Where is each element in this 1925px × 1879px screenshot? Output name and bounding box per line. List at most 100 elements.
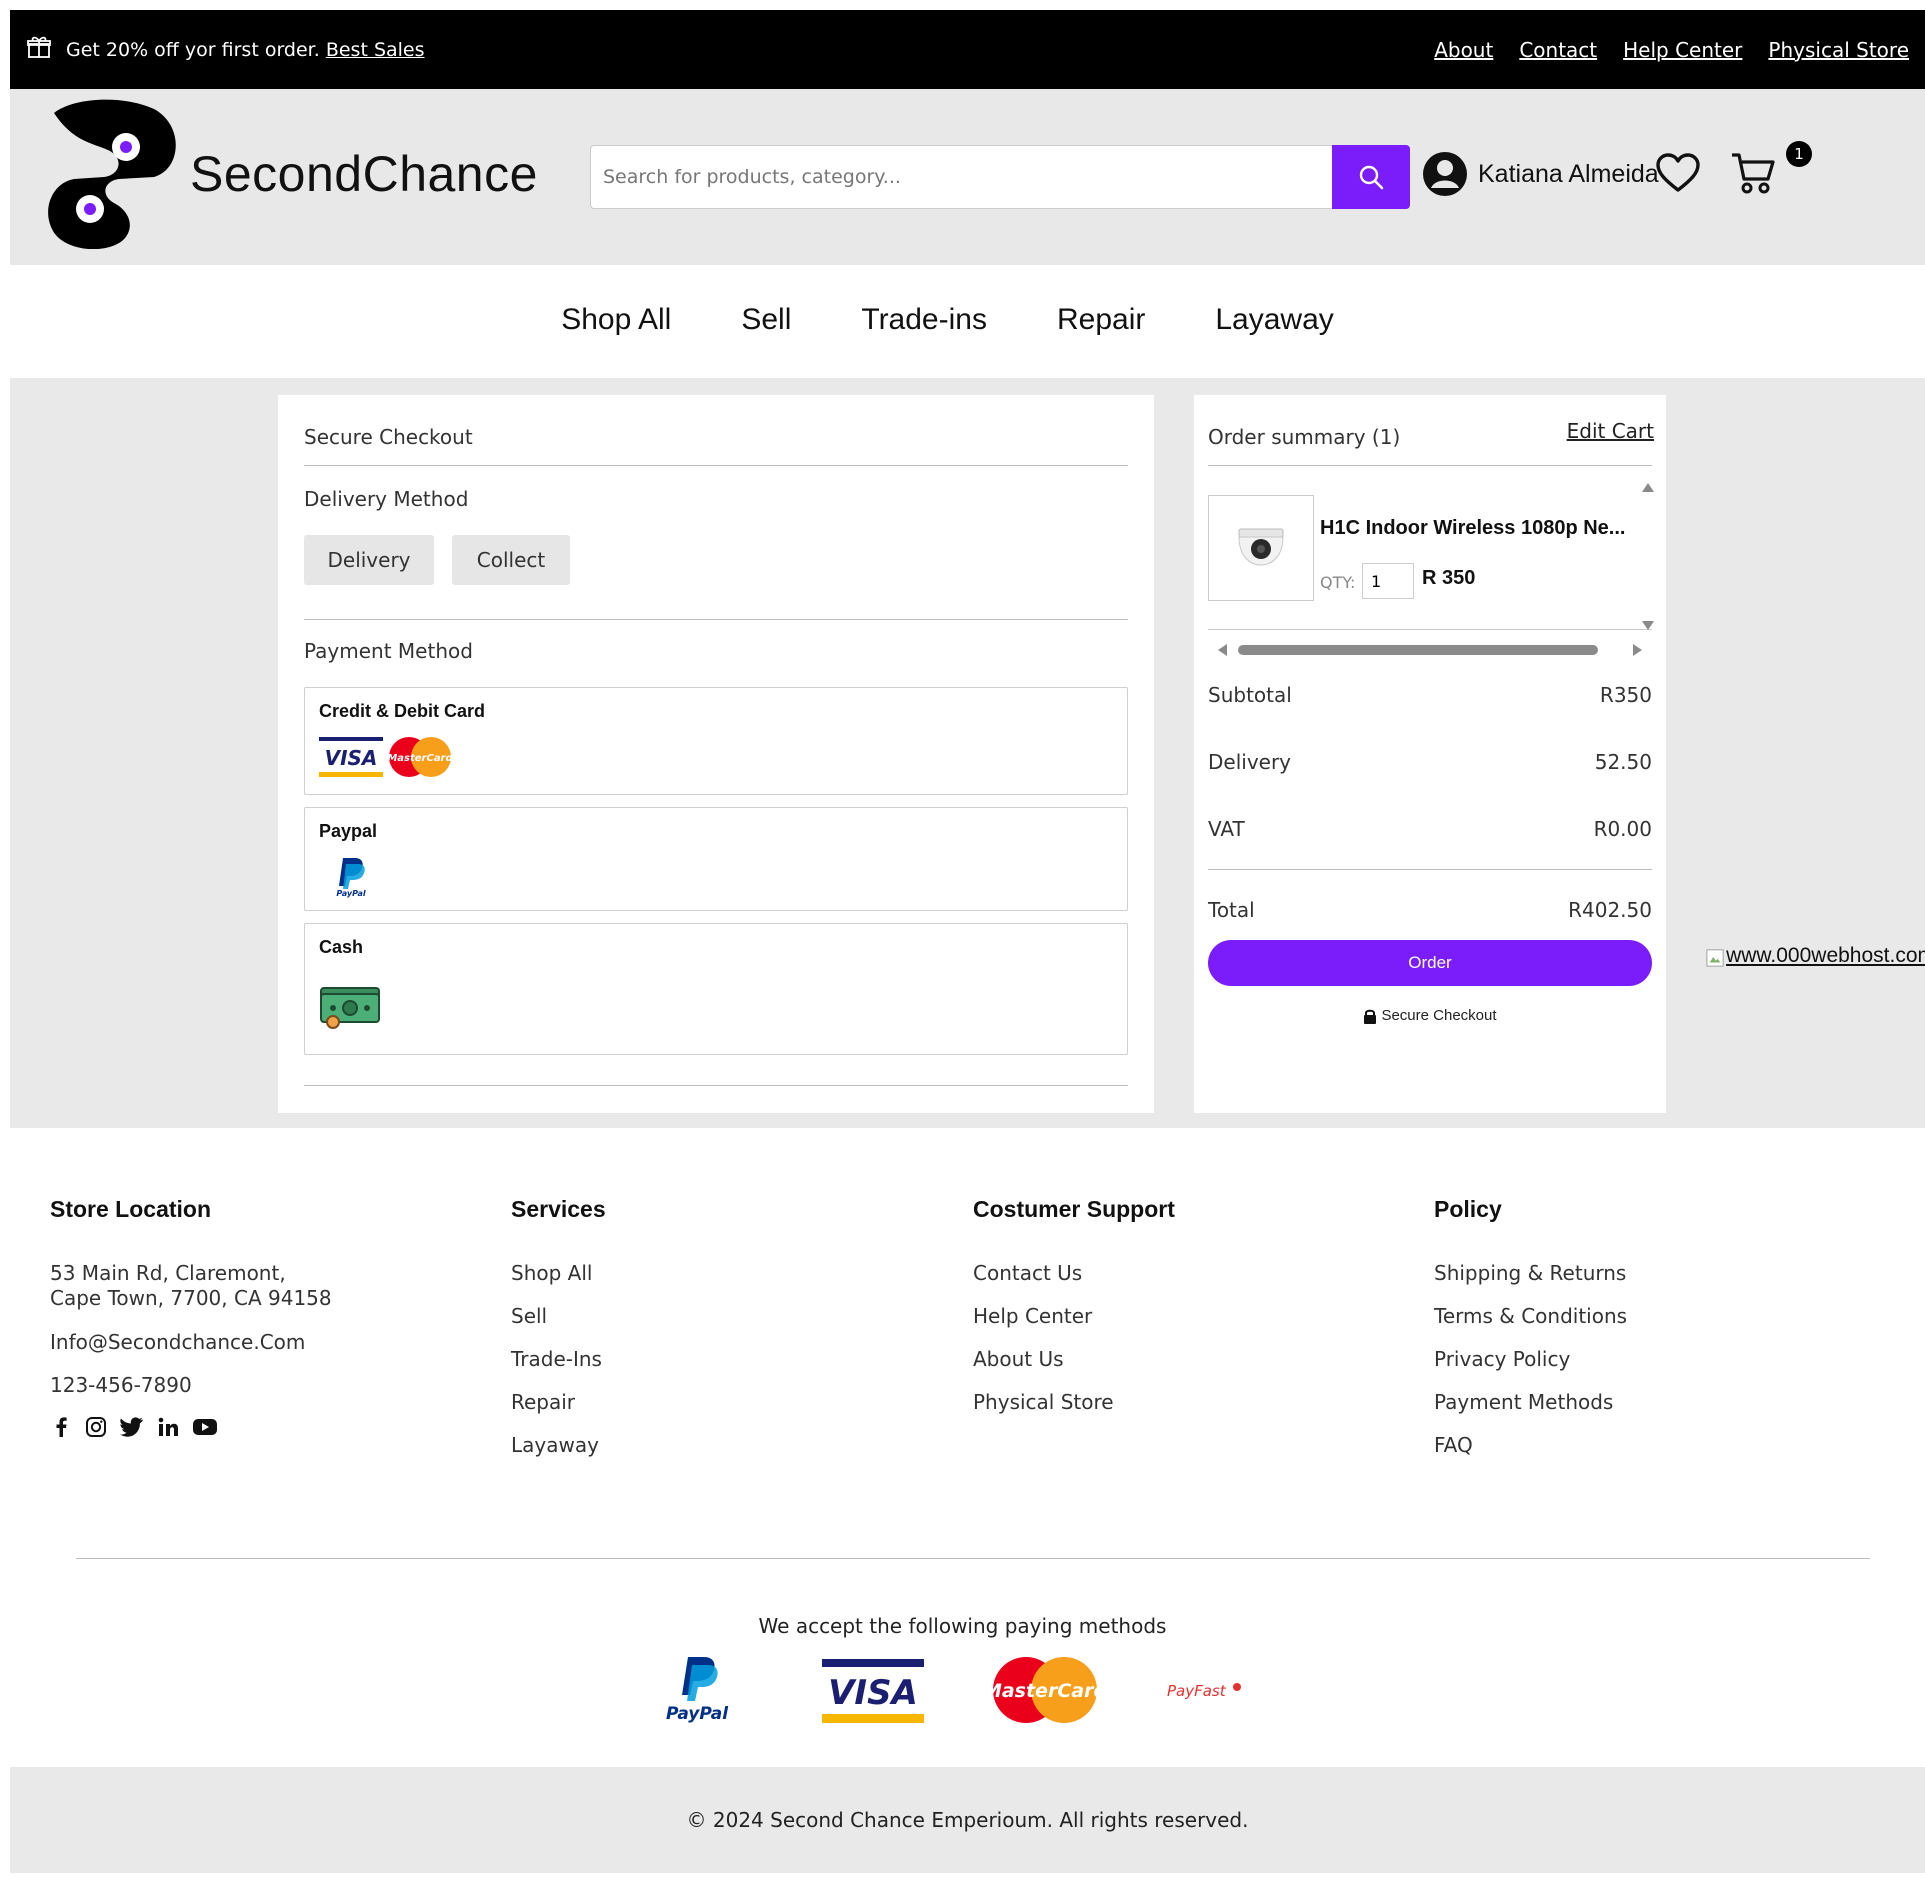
promo-left: Get 20% off yor first order. Best Sales — [26, 34, 425, 65]
delivery-label: Delivery — [1208, 750, 1292, 774]
footer-link-faq[interactable]: FAQ — [1434, 1433, 1627, 1457]
payment-option-card[interactable]: Credit & Debit Card VISA MasterCard — [304, 687, 1128, 795]
payfast-logo-text: PayFast — [1167, 1682, 1227, 1700]
scroll-up-arrow-icon[interactable] — [1642, 483, 1654, 492]
footer-link-payment-methods[interactable]: Payment Methods — [1434, 1390, 1627, 1414]
hosting-banner-image[interactable]: www.000webhost.com — [1706, 944, 1925, 968]
cart-item-list[interactable]: H1C Indoor Wireless 1080p Ne... QTY: R 3… — [1208, 495, 1652, 630]
collect-option-button[interactable]: Collect — [452, 535, 570, 585]
nav-shop-all[interactable]: Shop All — [561, 303, 671, 337]
divider — [1208, 869, 1652, 870]
visa-icon: VISA — [319, 737, 383, 777]
footer-store-location: Store Location 53 Main Rd, Claremont, Ca… — [50, 1196, 332, 1438]
nav-trade-ins[interactable]: Trade-ins — [861, 303, 987, 337]
footer-link-shop-all[interactable]: Shop All — [511, 1261, 606, 1285]
payment-option-title: Cash — [319, 937, 364, 957]
header: SecondChance Katiana Almeida 1 — [10, 89, 1925, 265]
broken-image-icon — [1706, 949, 1724, 967]
delivery-method-label: Delivery Method — [304, 487, 469, 511]
top-links: About Contact Help Center Physical Store — [1434, 38, 1909, 62]
linkedin-icon[interactable] — [157, 1416, 179, 1438]
contact-link[interactable]: Contact — [1519, 38, 1597, 62]
hosting-link[interactable]: www.000webhost.com — [1726, 944, 1925, 968]
footer-customer-support: Costumer Support Contact Us Help Center … — [973, 1196, 1175, 1433]
twitter-icon[interactable] — [120, 1416, 144, 1438]
help-center-link[interactable]: Help Center — [1623, 38, 1742, 62]
product-name[interactable]: H1C Indoor Wireless 1080p Ne... — [1320, 517, 1625, 540]
visa-logo-text: VISA — [828, 1673, 918, 1713]
footer-link-privacy[interactable]: Privacy Policy — [1434, 1347, 1627, 1371]
search-button[interactable] — [1332, 145, 1410, 209]
footer-email[interactable]: Info@Secondchance.Com — [50, 1330, 332, 1354]
instagram-icon[interactable] — [85, 1416, 107, 1438]
footer-link-trade-ins[interactable]: Trade-Ins — [511, 1347, 606, 1371]
search-icon — [1359, 165, 1384, 190]
brand-name: SecondChance — [190, 146, 538, 202]
footer-link-repair[interactable]: Repair — [511, 1390, 606, 1414]
social-links — [50, 1416, 332, 1438]
cart-button[interactable] — [1730, 151, 1776, 199]
physical-store-link[interactable]: Physical Store — [1768, 38, 1909, 62]
product-thumbnail[interactable] — [1208, 495, 1314, 601]
gift-icon — [26, 34, 52, 65]
footer-link-layaway[interactable]: Layaway — [511, 1433, 606, 1457]
footer-divider — [76, 1558, 1870, 1559]
visa-icon-text: VISA — [325, 746, 378, 770]
cash-icon — [320, 987, 380, 1029]
footer-link-help-center[interactable]: Help Center — [973, 1304, 1175, 1328]
footer-link-contact-us[interactable]: Contact Us — [973, 1261, 1175, 1285]
footer-link-shipping-returns[interactable]: Shipping & Returns — [1434, 1261, 1627, 1285]
checkout-section: Secure Checkout Delivery Method Delivery… — [10, 378, 1925, 1128]
lock-icon — [1364, 1009, 1377, 1024]
footer-link-terms[interactable]: Terms & Conditions — [1434, 1304, 1627, 1328]
edit-cart-link[interactable]: Edit Cart — [1567, 419, 1654, 443]
total-row: Total R402.50 — [1208, 898, 1652, 922]
footer-heading: Policy — [1434, 1196, 1502, 1222]
payment-option-card[interactable]: Paypal PayPal — [304, 807, 1128, 911]
product-price: R 350 — [1422, 567, 1476, 589]
best-sales-link[interactable]: Best Sales — [326, 39, 425, 61]
payment-logos: PayPal VISA MasterCard PayFast — [660, 1655, 1280, 1725]
address-line: Cape Town, 7700, CA 94158 — [50, 1286, 332, 1310]
footer-link-physical-store[interactable]: Physical Store — [973, 1390, 1175, 1414]
horizontal-scrollbar[interactable] — [1208, 642, 1652, 658]
order-button[interactable]: Order — [1208, 940, 1652, 986]
scroll-left-arrow-icon[interactable] — [1218, 644, 1227, 656]
scroll-down-arrow-icon[interactable] — [1642, 621, 1654, 630]
nav-layaway[interactable]: Layaway — [1215, 303, 1333, 337]
search-box[interactable] — [590, 145, 1340, 209]
delivery-value: 52.50 — [1594, 750, 1652, 774]
wishlist-button[interactable] — [1655, 152, 1701, 198]
footer-link-about-us[interactable]: About Us — [973, 1347, 1175, 1371]
divider — [304, 465, 1128, 466]
user-avatar-icon — [1423, 152, 1467, 196]
total-label: Total — [1208, 898, 1255, 922]
logo[interactable]: SecondChance — [44, 99, 538, 249]
payfast-logo: PayFast — [1167, 1682, 1241, 1700]
order-summary-title: Order summary (1) — [1208, 425, 1401, 449]
payment-option-card[interactable]: Cash — [304, 923, 1128, 1055]
divider — [304, 619, 1128, 620]
paypal-logo: PayPal — [666, 1657, 729, 1724]
about-link[interactable]: About — [1434, 38, 1493, 62]
scroll-right-arrow-icon[interactable] — [1633, 644, 1642, 656]
nav-repair[interactable]: Repair — [1057, 303, 1145, 337]
nav-sell[interactable]: Sell — [741, 303, 791, 337]
footer-heading: Services — [511, 1196, 606, 1222]
checkout-title: Secure Checkout — [304, 425, 473, 449]
search-input[interactable] — [603, 166, 1339, 188]
secure-checkout-note: Secure Checkout — [1194, 1007, 1666, 1024]
delivery-option-button[interactable]: Delivery — [304, 535, 434, 585]
security-camera-icon — [1238, 528, 1284, 566]
visa-logo: VISA — [822, 1659, 924, 1723]
scrollbar-thumb[interactable] — [1238, 645, 1598, 655]
facebook-icon[interactable] — [50, 1416, 72, 1438]
promo-bar: Get 20% off yor first order. Best Sales … — [10, 10, 1925, 89]
cart-count-badge: 1 — [1786, 141, 1812, 167]
quantity-input[interactable] — [1362, 563, 1414, 599]
footer-link-sell[interactable]: Sell — [511, 1304, 606, 1328]
mastercard-icon-text: MasterCard — [387, 753, 453, 764]
user-menu[interactable]: Katiana Almeida — [1422, 151, 1659, 197]
youtube-icon[interactable] — [192, 1416, 218, 1438]
delivery-row: Delivery 52.50 — [1208, 750, 1652, 774]
